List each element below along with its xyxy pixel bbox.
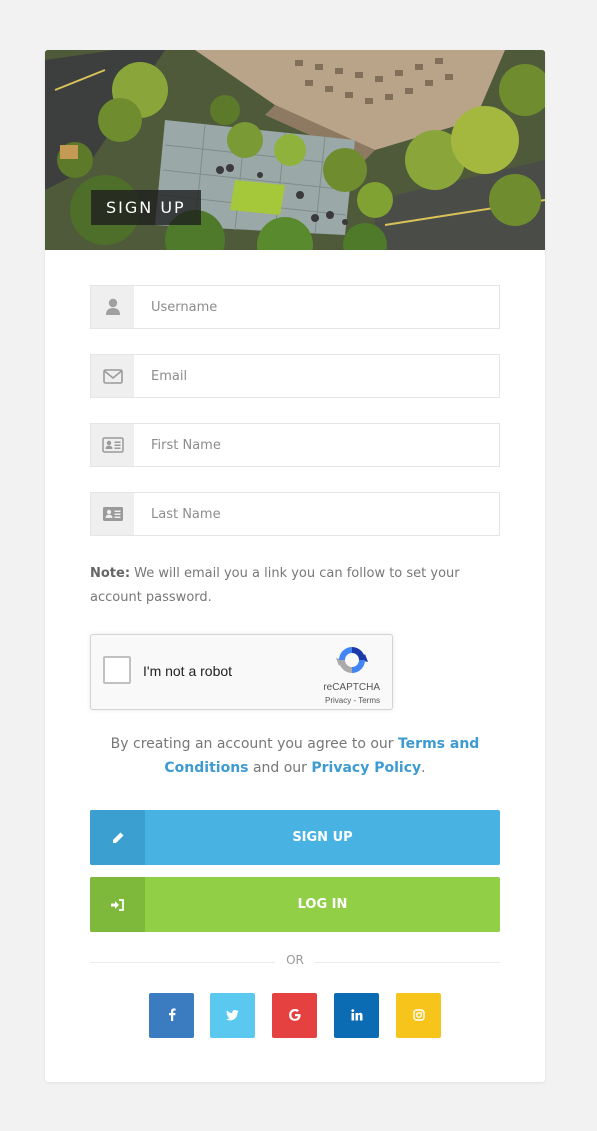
login-button-label: LOG IN	[297, 897, 348, 912]
envelope-icon	[91, 355, 134, 397]
signup-card: SIGN UP Username Email First Name Last N…	[45, 50, 545, 1082]
google-button[interactable]	[272, 993, 317, 1038]
twitter-icon	[226, 1006, 239, 1025]
password-note: Note: We will email you a link you can f…	[90, 562, 500, 610]
recaptcha-logo-icon	[335, 644, 369, 680]
recaptcha-terms-link[interactable]: Terms	[358, 696, 380, 705]
divider-line-left	[90, 962, 275, 963]
recaptcha-links: Privacy - Terms	[325, 696, 380, 705]
username-input[interactable]	[134, 286, 499, 328]
instagram-icon	[412, 1006, 425, 1025]
first-name-field[interactable]	[90, 423, 500, 467]
privacy-policy-link[interactable]: Privacy Policy	[311, 760, 421, 776]
username-field[interactable]	[90, 285, 500, 329]
last-name-field[interactable]	[90, 492, 500, 536]
agreement-prefix: By creating an account you agree to our	[110, 736, 398, 752]
sign-in-icon	[90, 877, 145, 932]
or-divider-label: OR	[286, 953, 304, 967]
terms-agreement: By creating an account you agree to our …	[105, 732, 485, 780]
recaptcha-label: I'm not a robot	[143, 663, 233, 679]
agreement-suffix: .	[421, 760, 426, 776]
agreement-middle: and our	[248, 760, 312, 776]
instagram-button[interactable]	[396, 993, 441, 1038]
linkedin-icon	[350, 1006, 363, 1025]
recaptcha-checkbox[interactable]	[103, 656, 131, 684]
recaptcha-widget: I'm not a robot reCAPTCHA Privacy - Term…	[90, 634, 393, 710]
note-label: Note:	[90, 566, 131, 581]
google-icon	[288, 1006, 301, 1025]
signup-button[interactable]: SIGN UP	[90, 810, 500, 865]
linkedin-button[interactable]	[334, 993, 379, 1038]
login-button[interactable]: LOG IN	[90, 877, 500, 932]
user-icon	[91, 286, 134, 328]
email-input[interactable]	[134, 355, 499, 397]
hero-title: SIGN UP	[91, 190, 201, 225]
recaptcha-privacy-link[interactable]: Privacy	[325, 696, 351, 705]
email-field[interactable]	[90, 354, 500, 398]
hero-banner: SIGN UP	[45, 50, 545, 250]
divider-line-right	[315, 962, 500, 963]
twitter-button[interactable]	[210, 993, 255, 1038]
first-name-input[interactable]	[134, 424, 499, 466]
facebook-icon	[168, 1006, 176, 1025]
signup-button-label: SIGN UP	[292, 830, 353, 845]
id-card-filled-icon	[91, 493, 134, 535]
id-card-icon	[91, 424, 134, 466]
pencil-icon	[90, 810, 145, 865]
note-text: We will email you a link you can follow …	[90, 566, 460, 605]
recaptcha-brand: reCAPTCHA	[323, 682, 380, 693]
facebook-button[interactable]	[149, 993, 194, 1038]
last-name-input[interactable]	[134, 493, 499, 535]
